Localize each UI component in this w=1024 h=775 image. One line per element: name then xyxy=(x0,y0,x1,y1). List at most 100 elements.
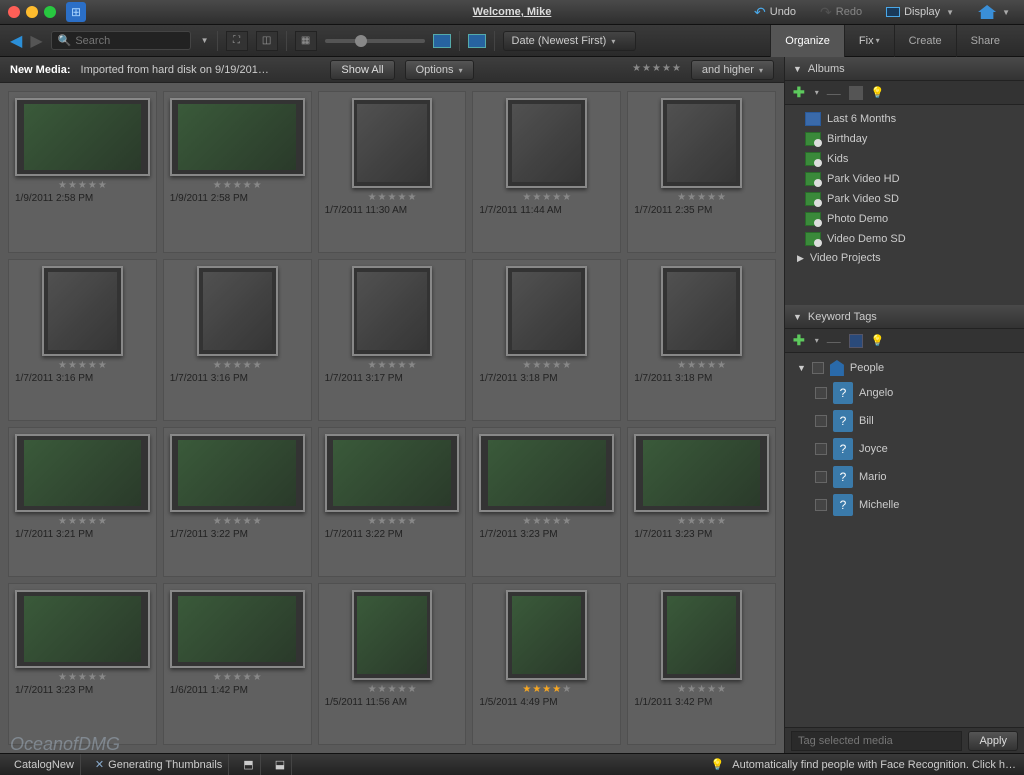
thumbnail-item[interactable]: ★★★★★1/6/2011 1:42 PM xyxy=(163,583,312,745)
status-icon-1[interactable]: ⬒ xyxy=(237,754,260,775)
checkbox[interactable] xyxy=(815,443,827,455)
thumbnail-item[interactable]: ★★★★★1/7/2011 3:17 PM xyxy=(318,259,467,421)
thumbnail-image[interactable] xyxy=(42,266,123,356)
view-thumb-small-button[interactable]: ▦ xyxy=(295,31,317,51)
thumbnail-item[interactable]: ★★★★★1/7/2011 3:16 PM xyxy=(8,259,157,421)
home-button[interactable]: ▼ xyxy=(972,3,1016,21)
rating-stars[interactable]: ★★★★★ xyxy=(677,192,726,203)
hint-text[interactable]: Automatically find people with Face Reco… xyxy=(732,759,1016,771)
task-status[interactable]: ✕Generating Thumbnails xyxy=(89,754,229,775)
search-field[interactable]: 🔍 xyxy=(51,31,191,50)
apply-button[interactable]: Apply xyxy=(968,731,1018,751)
rating-stars[interactable]: ★★★★★ xyxy=(213,180,262,191)
people-category[interactable]: ▼ People xyxy=(785,357,1024,379)
tab-create[interactable]: Create xyxy=(894,25,956,57)
sort-select[interactable]: Date (Newest First) ▾ xyxy=(503,31,637,51)
thumbnail-image[interactable] xyxy=(661,266,742,356)
checkbox[interactable] xyxy=(812,362,824,374)
thumbnail-item[interactable]: ★★★★★1/9/2011 2:58 PM xyxy=(8,91,157,253)
slider-thumb[interactable] xyxy=(355,35,367,47)
minimize-icon[interactable] xyxy=(26,6,38,18)
undo-button[interactable]: ↶Undo xyxy=(748,2,802,23)
redo-button[interactable]: ↷Redo xyxy=(814,2,868,23)
thumbnail-item[interactable]: ★★★★★1/7/2011 3:23 PM xyxy=(472,427,621,577)
thumbnail-image[interactable] xyxy=(15,590,150,668)
rating-stars[interactable]: ★★★★★ xyxy=(368,684,417,695)
thumbnail-image[interactable] xyxy=(197,266,278,356)
view-compare-button[interactable]: ◫ xyxy=(256,31,278,51)
album-item[interactable]: Kids xyxy=(785,149,1024,169)
thumbnail-item[interactable]: ★★★★★1/7/2011 2:35 PM xyxy=(627,91,776,253)
show-all-button[interactable]: Show All xyxy=(330,60,394,80)
tab-fix[interactable]: Fix ▾ xyxy=(844,25,894,57)
display-button[interactable]: Display▼ xyxy=(880,4,960,20)
thumbnail-image[interactable] xyxy=(479,434,614,512)
rating-stars[interactable]: ★★★★★ xyxy=(213,360,262,371)
thumbnail-image[interactable] xyxy=(170,590,305,668)
album-item[interactable]: Park Video HD xyxy=(785,169,1024,189)
thumbnail-item[interactable]: ★★★★★1/7/2011 3:21 PM xyxy=(8,427,157,577)
thumbnail-image[interactable] xyxy=(352,590,433,680)
rating-stars[interactable]: ★★★★★ xyxy=(677,684,726,695)
rating-stars[interactable]: ★★★★★ xyxy=(58,360,107,371)
thumbnail-item[interactable]: ★★★★★1/5/2011 4:49 PM xyxy=(472,583,621,745)
rating-stars[interactable]: ★★★★★ xyxy=(368,360,417,371)
checkbox[interactable] xyxy=(815,471,827,483)
tag-item[interactable]: ?Mario xyxy=(785,463,1024,491)
album-item[interactable]: Birthday xyxy=(785,129,1024,149)
thumbnail-item[interactable]: ★★★★★1/1/2011 3:42 PM xyxy=(627,583,776,745)
albums-header[interactable]: ▼Albums xyxy=(785,57,1024,81)
video-projects-item[interactable]: ▶Video Projects xyxy=(785,249,1024,267)
thumbnail-item[interactable]: ★★★★★1/7/2011 3:22 PM xyxy=(163,427,312,577)
options-button[interactable]: Options ▾ xyxy=(405,60,474,80)
thumbnail-item[interactable]: ★★★★★1/7/2011 3:18 PM xyxy=(627,259,776,421)
thumbnail-image[interactable] xyxy=(15,98,150,176)
rating-stars[interactable]: ★★★★★ xyxy=(58,516,107,527)
nav-back-button[interactable]: ◀ xyxy=(10,31,22,51)
welcome-link[interactable]: Welcome, Mike xyxy=(473,6,552,18)
thumbnail-image[interactable] xyxy=(506,266,587,356)
rating-stars[interactable]: ★★★★★ xyxy=(677,516,726,527)
thumbnail-item[interactable]: ★★★★★1/7/2011 11:30 AM xyxy=(318,91,467,253)
add-album-button[interactable]: ✚ xyxy=(793,84,805,101)
rating-mode-select[interactable]: and higher ▾ xyxy=(691,60,774,80)
view-thumb-large-icon[interactable] xyxy=(433,34,451,48)
rating-stars[interactable]: ★★★★★ xyxy=(522,684,571,695)
tag-item[interactable]: ?Angelo xyxy=(785,379,1024,407)
thumbnail-image[interactable] xyxy=(170,98,305,176)
rating-stars[interactable]: ★★★★★ xyxy=(677,360,726,371)
close-icon[interactable] xyxy=(8,6,20,18)
thumbnail-image[interactable] xyxy=(634,434,769,512)
thumbnail-image[interactable] xyxy=(352,98,433,188)
thumbnail-image[interactable] xyxy=(661,98,742,188)
rating-stars[interactable]: ★★★★★ xyxy=(522,360,571,371)
tag-input[interactable] xyxy=(791,731,962,751)
chevron-down-icon[interactable]: ▾ xyxy=(815,88,819,97)
tag-item[interactable]: ?Michelle xyxy=(785,491,1024,519)
rating-stars[interactable]: ★★★★★ xyxy=(213,672,262,683)
search-input[interactable] xyxy=(75,35,198,47)
thumbnail-image[interactable] xyxy=(506,590,587,680)
thumbnail-item[interactable]: ★★★★★1/7/2011 3:23 PM xyxy=(627,427,776,577)
add-tag-button[interactable]: ✚ xyxy=(793,332,805,349)
thumbnail-item[interactable]: ★★★★★1/9/2011 2:58 PM xyxy=(163,91,312,253)
album-item[interactable]: Video Demo SD xyxy=(785,229,1024,249)
thumbnail-item[interactable]: ★★★★★1/7/2011 3:16 PM xyxy=(163,259,312,421)
thumbnail-item[interactable]: ★★★★★1/7/2011 11:44 AM xyxy=(472,91,621,253)
checkbox[interactable] xyxy=(815,387,827,399)
thumbnail-item[interactable]: ★★★★★1/7/2011 3:23 PM xyxy=(8,583,157,745)
thumbnail-image[interactable] xyxy=(661,590,742,680)
edit-album-icon[interactable] xyxy=(849,86,863,100)
tags-header[interactable]: ▼Keyword Tags xyxy=(785,305,1024,329)
album-item[interactable]: Last 6 Months xyxy=(785,109,1024,129)
tab-share[interactable]: Share xyxy=(956,25,1014,57)
status-icon-2[interactable]: ⬓ xyxy=(269,754,292,775)
rating-stars[interactable]: ★★★★★ xyxy=(522,192,571,203)
tab-organize[interactable]: Organize xyxy=(770,25,844,57)
view-fullscreen-button[interactable]: ⛶ xyxy=(226,31,248,51)
thumbnail-image[interactable] xyxy=(325,434,460,512)
rating-stars[interactable]: ★★★★★ xyxy=(213,516,262,527)
album-item[interactable]: Photo Demo xyxy=(785,209,1024,229)
zoom-icon[interactable] xyxy=(44,6,56,18)
rating-stars[interactable]: ★★★★★ xyxy=(58,672,107,683)
